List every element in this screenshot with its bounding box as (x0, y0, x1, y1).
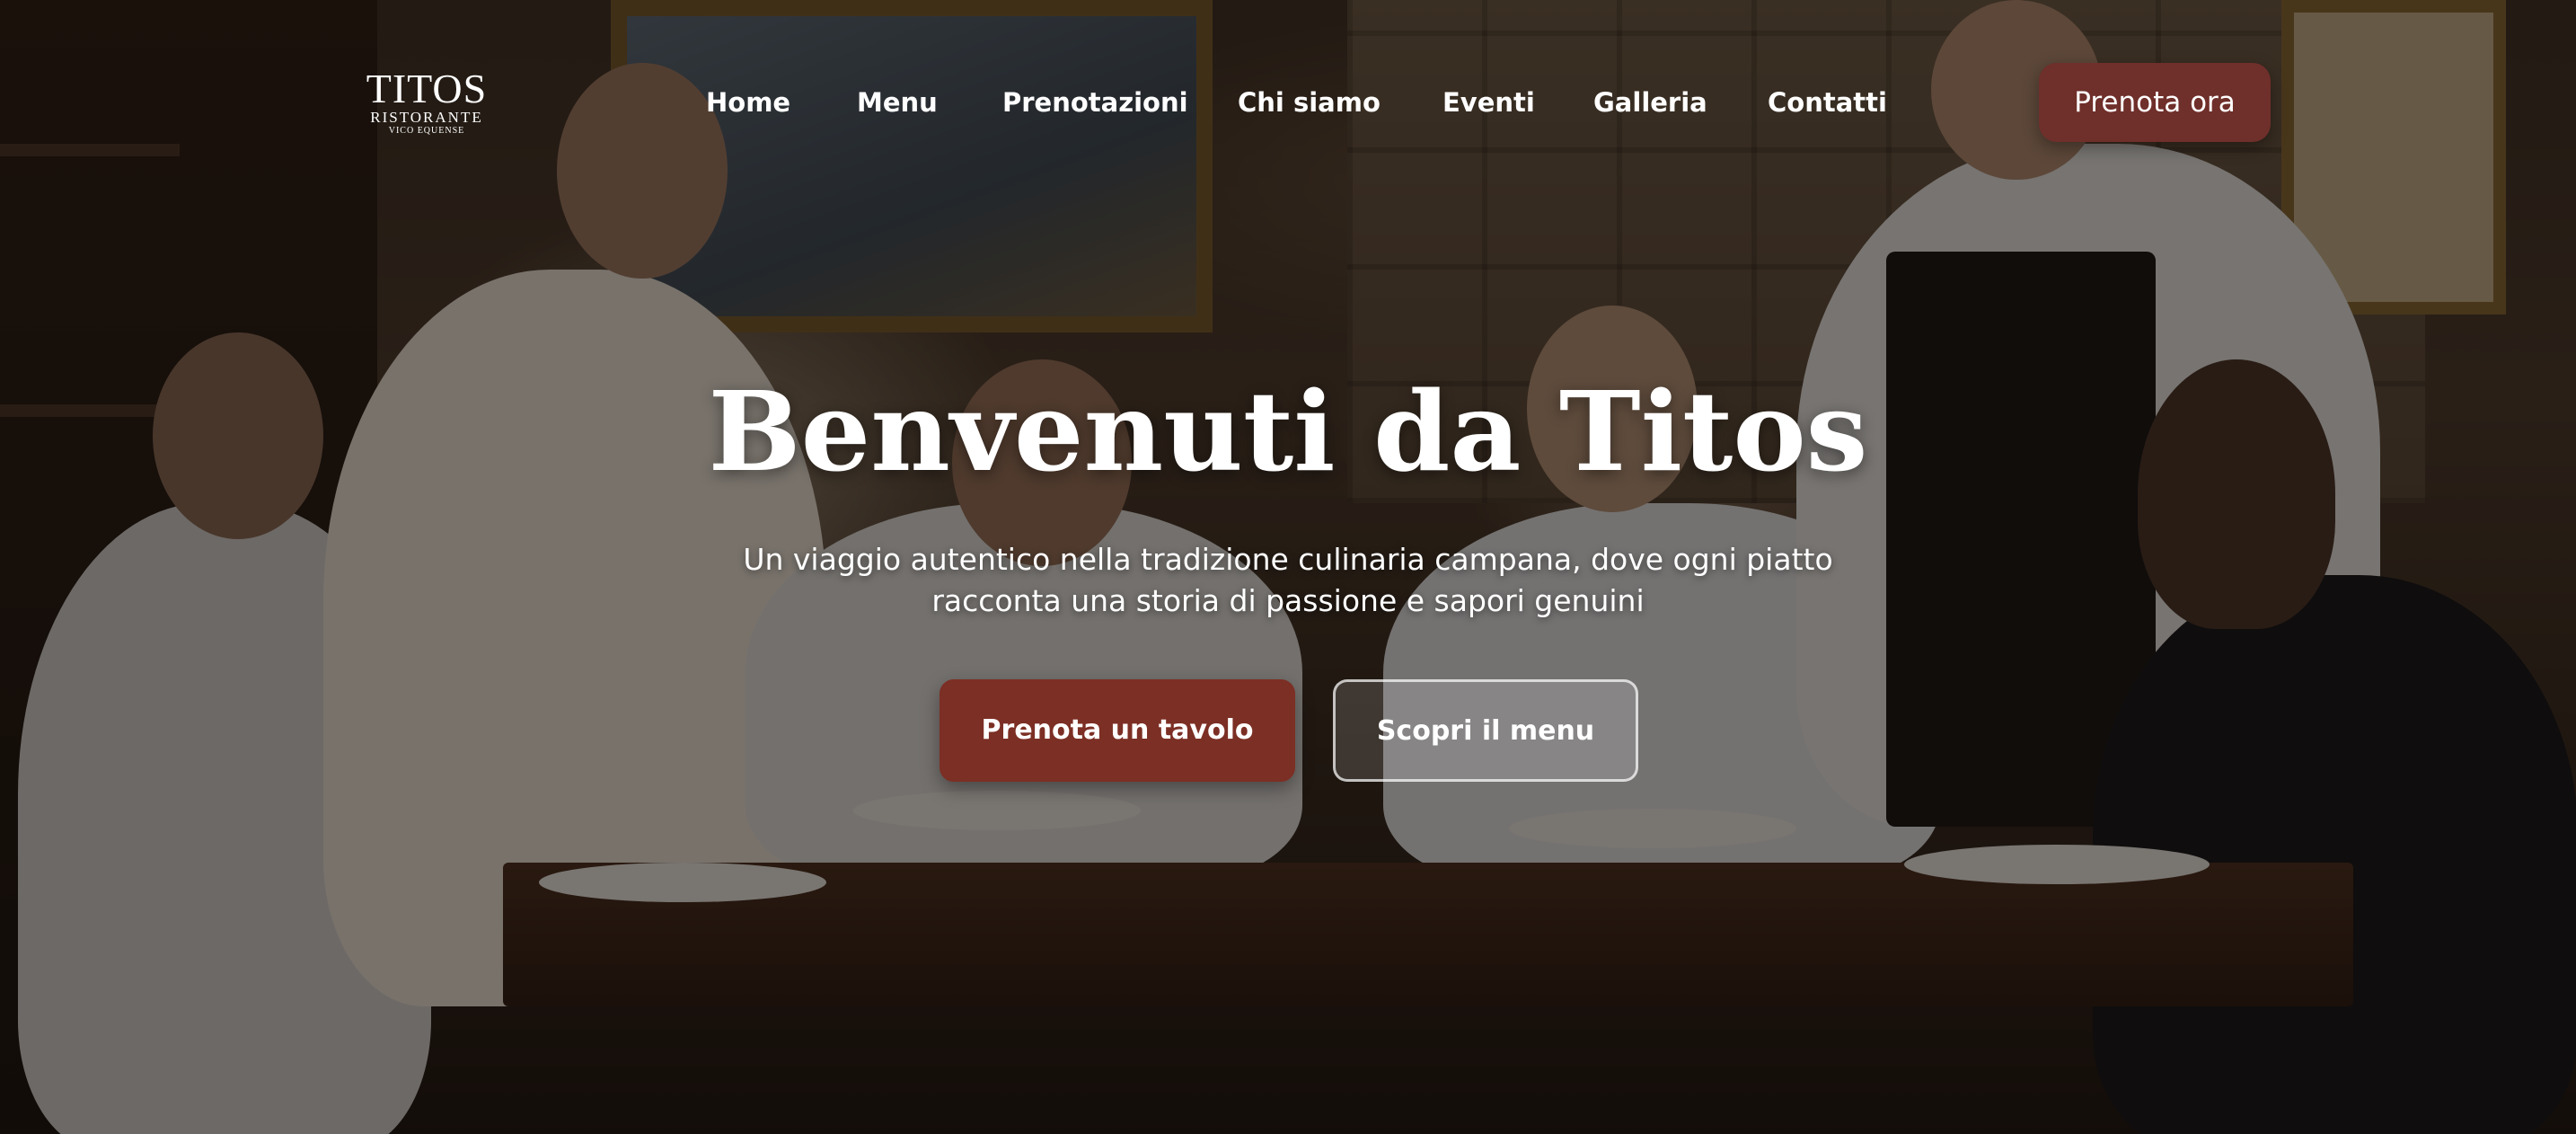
hero-subtitle-line2: racconta una storia di passione e sapori… (931, 583, 1645, 618)
nav-item-galleria[interactable]: Galleria (1593, 83, 1707, 122)
hero-section: TITOS RISTORANTE VICO EQUENSE Home Menu … (0, 0, 2576, 1134)
nav-item-contatti[interactable]: Contatti (1768, 83, 1887, 122)
nav-item-home[interactable]: Home (706, 83, 790, 122)
discover-menu-button[interactable]: Scopri il menu (1333, 679, 1638, 782)
site-header: TITOS RISTORANTE VICO EQUENSE Home Menu … (0, 0, 2576, 207)
hero-subtitle: Un viaggio autentico nella tradizione cu… (668, 539, 1908, 622)
nav-item-prenotazioni[interactable]: Prenotazioni (1002, 83, 1188, 122)
logo-location: VICO EQUENSE (388, 126, 465, 136)
nav-item-menu[interactable]: Menu (857, 83, 938, 122)
hero-subtitle-line1: Un viaggio autentico nella tradizione cu… (743, 542, 1833, 577)
nav-item-eventi[interactable]: Eventi (1442, 83, 1535, 122)
book-table-button[interactable]: Prenota un tavolo (940, 679, 1295, 782)
nav-item-chi-siamo[interactable]: Chi siamo (1238, 83, 1381, 122)
prenota-ora-button[interactable]: Prenota ora (2039, 63, 2271, 142)
hero-title: Benvenuti da Titos (708, 367, 1868, 496)
